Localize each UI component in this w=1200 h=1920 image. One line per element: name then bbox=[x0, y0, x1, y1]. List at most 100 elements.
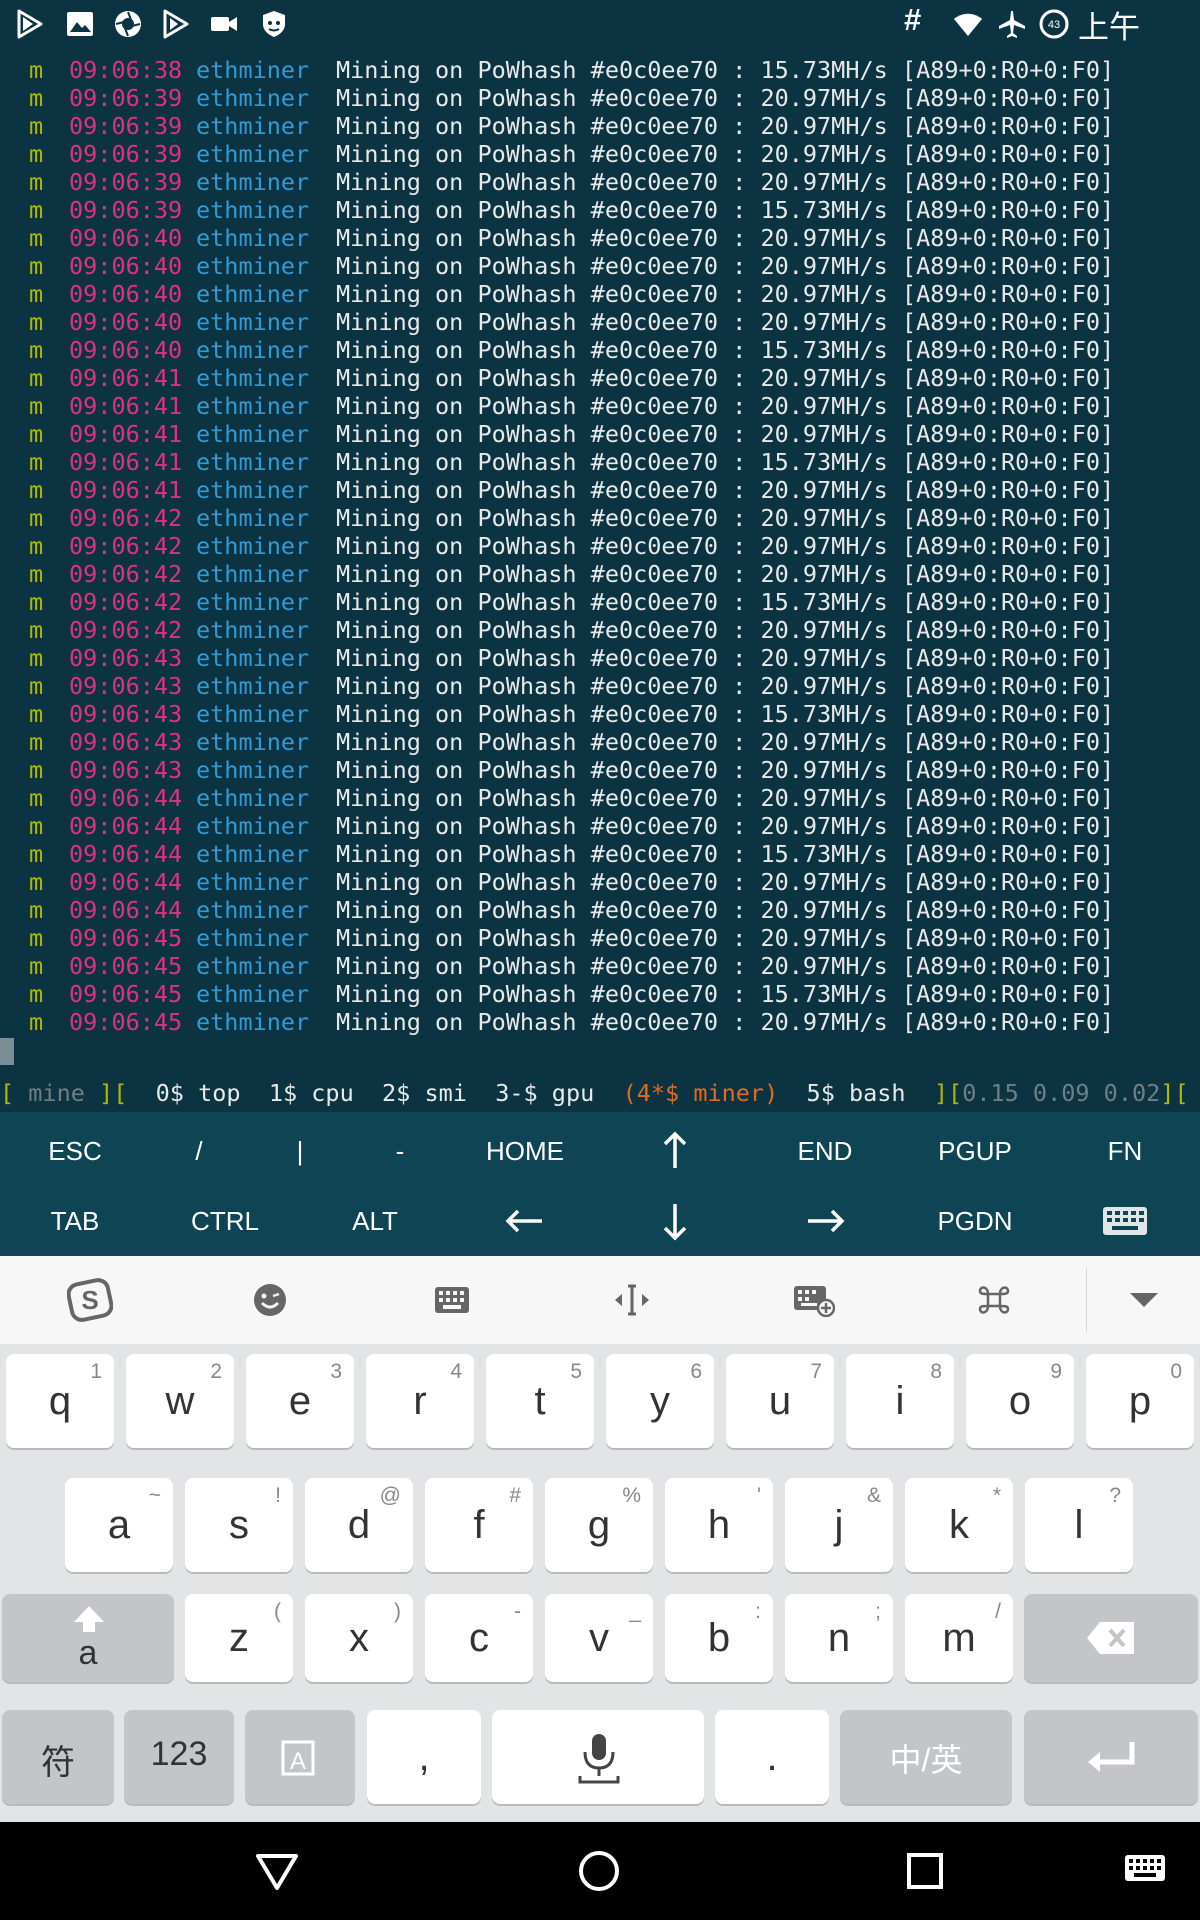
end-key[interactable]: END bbox=[750, 1116, 900, 1186]
log-process: ethminer bbox=[196, 728, 310, 756]
key-label: 中/英 bbox=[889, 1742, 963, 1778]
enter-icon bbox=[1088, 1742, 1135, 1772]
keyboard-icon bbox=[1103, 1207, 1147, 1235]
key-e[interactable]: e3 bbox=[246, 1354, 354, 1448]
key-label: s bbox=[229, 1503, 249, 1547]
numbers-key[interactable]: 123 bbox=[124, 1710, 234, 1804]
tab-key[interactable]: TAB bbox=[0, 1186, 150, 1256]
key-i[interactable]: i8 bbox=[846, 1354, 954, 1448]
key-r[interactable]: r4 bbox=[366, 1354, 474, 1448]
key-d[interactable]: d @ bbox=[305, 1478, 413, 1572]
log-time: 09:06:42 bbox=[69, 588, 183, 616]
key-a[interactable]: a ~ bbox=[65, 1478, 173, 1572]
key-z[interactable]: z( bbox=[185, 1594, 293, 1682]
key-u[interactable]: u7 bbox=[726, 1354, 834, 1448]
cursor-move-button[interactable] bbox=[608, 1276, 656, 1324]
command-icon bbox=[978, 1286, 1010, 1314]
key-label: f bbox=[473, 1503, 485, 1547]
language-switch-key[interactable]: 中/英 bbox=[840, 1710, 1012, 1804]
log-message: Mining on PoWhash #e0c0ee70 : 20.97MH/s … bbox=[336, 168, 1115, 196]
collapse-keyboard-button[interactable] bbox=[1120, 1276, 1168, 1324]
key-f[interactable]: f # bbox=[425, 1478, 533, 1572]
key-v[interactable]: v _ bbox=[545, 1594, 653, 1682]
key-h[interactable]: h ' bbox=[665, 1478, 773, 1572]
key-p[interactable]: p0 bbox=[1086, 1354, 1194, 1448]
keyboard-switch-icon[interactable] bbox=[1124, 1852, 1166, 1886]
key-y[interactable]: y6 bbox=[606, 1354, 714, 1448]
back-icon[interactable] bbox=[252, 1846, 302, 1896]
terminal-output[interactable]: m 09:06:38 ethminer Mining on PoWhash #e0c0… bbox=[0, 48, 1200, 1112]
log-message: Mining on PoWhash #e0c0ee70 : 15.73MH/s … bbox=[336, 448, 1115, 476]
key-label: y bbox=[650, 1379, 670, 1423]
log-process: ethminer bbox=[196, 336, 310, 364]
period-key[interactable]: . bbox=[715, 1710, 829, 1804]
key-label: q bbox=[48, 1379, 72, 1423]
log-process: ethminer bbox=[196, 924, 310, 952]
shutter-icon bbox=[115, 11, 141, 37]
log-message: Mining on PoWhash #e0c0ee70 : 20.97MH/s … bbox=[336, 784, 1115, 812]
pgdn-key[interactable]: PGDN bbox=[900, 1186, 1050, 1256]
symbols-key[interactable]: 符 bbox=[2, 1710, 114, 1804]
enter-key[interactable] bbox=[1024, 1710, 1198, 1804]
log-message: Mining on PoWhash #e0c0ee70 : 20.97MH/s … bbox=[336, 896, 1115, 924]
shift-key[interactable]: a bbox=[2, 1594, 174, 1682]
sogou-button[interactable]: S bbox=[66, 1276, 114, 1324]
key-w[interactable]: w2 bbox=[126, 1354, 234, 1448]
key-x[interactable]: x) bbox=[305, 1594, 413, 1682]
key-label: j bbox=[834, 1503, 844, 1547]
emoji-button[interactable] bbox=[246, 1276, 294, 1324]
comma-key[interactable]: , bbox=[367, 1710, 481, 1804]
key-alt-label: ; bbox=[875, 1600, 881, 1623]
right-arrow-key[interactable] bbox=[750, 1186, 900, 1256]
command-button[interactable] bbox=[970, 1276, 1018, 1324]
tmux-segment: 0.15 0.09 0.02 bbox=[962, 1079, 1161, 1107]
key-s[interactable]: s! bbox=[185, 1478, 293, 1572]
down-arrow-key[interactable] bbox=[600, 1186, 750, 1256]
gallery-icon bbox=[67, 12, 93, 36]
left-arrow-key[interactable] bbox=[450, 1186, 600, 1256]
key-g[interactable]: g% bbox=[545, 1478, 653, 1572]
log-time: 09:06:40 bbox=[69, 252, 183, 280]
key-b[interactable]: b: bbox=[665, 1594, 773, 1682]
toggle-keyboard-key[interactable] bbox=[1050, 1186, 1200, 1256]
key-label: 符 bbox=[41, 1744, 75, 1782]
key-c[interactable]: c- bbox=[425, 1594, 533, 1682]
key-alt-label: 3 bbox=[330, 1360, 342, 1383]
alt-key[interactable]: ALT bbox=[300, 1186, 450, 1256]
backspace-key[interactable] bbox=[1024, 1594, 1198, 1682]
keyboard-layout-button[interactable] bbox=[428, 1276, 476, 1324]
ctrl-key[interactable]: CTRL bbox=[150, 1186, 300, 1256]
key-n[interactable]: n; bbox=[785, 1594, 893, 1682]
extra-keys-bar: ESC / | - HOME END PGUP FN TAB CTRL ALT … bbox=[0, 1112, 1200, 1256]
log-prefix: m bbox=[29, 560, 44, 588]
home-key[interactable]: HOME bbox=[450, 1116, 600, 1186]
arrow-right-icon bbox=[808, 1209, 845, 1233]
key-label: k bbox=[949, 1503, 969, 1547]
home-icon[interactable] bbox=[574, 1846, 624, 1896]
up-arrow-key[interactable] bbox=[600, 1116, 750, 1186]
log-process: ethminer bbox=[196, 392, 310, 420]
clipboard-keyboard-button[interactable] bbox=[790, 1276, 838, 1324]
tmux-segment: 5$ bash bbox=[778, 1079, 934, 1107]
key-k[interactable]: k * bbox=[905, 1478, 1013, 1572]
key-m[interactable]: m / bbox=[905, 1594, 1013, 1682]
key-t[interactable]: t5 bbox=[486, 1354, 594, 1448]
log-process: ethminer bbox=[196, 840, 310, 868]
pgup-key[interactable]: PGUP bbox=[900, 1116, 1050, 1186]
keyboard-layout-icon bbox=[435, 1287, 469, 1313]
key-j[interactable]: j & bbox=[785, 1478, 893, 1572]
log-process: ethminer bbox=[196, 196, 310, 224]
key-o[interactable]: o9 bbox=[966, 1354, 1074, 1448]
log-process: ethminer bbox=[196, 112, 310, 140]
space-key[interactable] bbox=[492, 1710, 704, 1804]
key-alt-label: @ bbox=[379, 1484, 401, 1507]
fn-key[interactable]: FN bbox=[1050, 1116, 1200, 1186]
key-l[interactable]: l? bbox=[1025, 1478, 1133, 1572]
log-prefix: m bbox=[29, 420, 44, 448]
log-message: Mining on PoWhash #e0c0ee70 : 20.97MH/s … bbox=[336, 560, 1115, 588]
key-label: d bbox=[347, 1503, 371, 1547]
recents-icon[interactable] bbox=[900, 1846, 950, 1896]
key-q[interactable]: q1 bbox=[6, 1354, 114, 1448]
log-time: 09:06:45 bbox=[69, 952, 183, 980]
input-mode-key[interactable]: A bbox=[245, 1710, 355, 1804]
